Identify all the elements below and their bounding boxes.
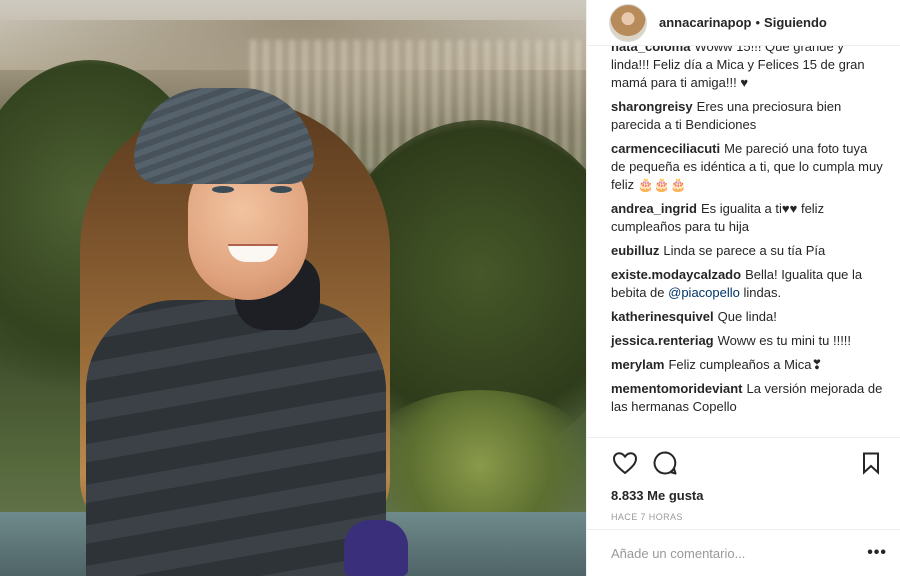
comment-item: sharongreisy Eres una preciosura bien par… [611,98,885,134]
bookmark-icon [863,452,879,475]
subject-eye-left [212,186,234,193]
comment-item: jessica.renteriag Woww es tu mini tu !!!!… [611,332,885,350]
comment-bubble-icon [653,451,677,475]
comment-item: eubilluz Linda se parece a su tía Pía [611,242,885,260]
subject-glove [344,520,408,576]
header-username[interactable]: annacarinapop [659,15,751,30]
save-button[interactable] [857,449,885,477]
post-photo[interactable] [0,0,586,576]
comment-text: Feliz cumpleaños a Mica❣ [668,357,823,372]
comment-username[interactable]: existe.modaycalzado [611,267,741,282]
post: annacarinapop • Siguiendo nata_coloma Wow… [0,0,900,576]
subject-eye-right [270,186,292,193]
comment-username[interactable]: sharongreisy [611,99,693,114]
comment-button[interactable] [651,449,679,477]
subject-headband [134,88,314,184]
comment-text: Que linda! [717,309,777,324]
comment-item: mementomorideviant La versión mejorada de… [611,380,885,416]
comment-item: existe.modaycalzado Bella! Igualita que l… [611,266,885,302]
heart-icon [613,452,637,474]
comment-item: katherinesquivel Que linda! [611,308,885,326]
header-separator: • [755,15,761,30]
comment-username[interactable]: nata_coloma [611,46,690,54]
comment-username[interactable]: mementomorideviant [611,381,742,396]
comment-username[interactable]: andrea_ingrid [611,201,697,216]
comment-mention-link[interactable]: @piacopello [668,285,740,300]
comment-item: carmenceciliacuti Me pareció una foto tuy… [611,140,885,194]
comment-input[interactable] [611,545,868,561]
avatar[interactable] [609,3,647,42]
comment-text: lindas. [743,285,782,300]
comment-username[interactable]: carmenceciliacuti [611,141,720,156]
comment-item: nata_coloma Woww 15!!! Que grande y linda… [611,46,885,92]
comment-username[interactable]: merylam [611,357,664,372]
comment-item: merylam Feliz cumpleaños a Mica❣ [611,356,885,374]
action-icons-row [611,438,885,488]
comment-item: andrea_ingrid Es igualita a ti♥♥ feliz cu… [611,200,885,236]
more-options-button[interactable]: ••• [867,544,887,562]
post-side-panel: annacarinapop • Siguiendo nata_coloma Wow… [586,0,900,576]
post-header: annacarinapop • Siguiendo [587,0,900,46]
post-timestamp[interactable]: HACE 7 HORAS [611,512,885,522]
like-count[interactable]: 8.833 Me gusta [611,488,885,503]
add-comment-bar: ••• [587,529,900,576]
like-button[interactable] [611,449,639,477]
comment-username[interactable]: katherinesquivel [611,309,714,324]
comment-username[interactable]: jessica.renteriag [611,333,714,348]
comment-text: Linda se parece a su tía Pía [663,243,826,258]
subject-jacket [86,300,386,576]
photo-subject [0,0,586,576]
comment-text: Woww es tu mini tu !!!!! [717,333,852,348]
comment-username[interactable]: eubilluz [611,243,659,258]
follow-status-button[interactable]: Siguiendo [764,15,827,30]
comment-list[interactable]: nata_coloma Woww 15!!! Que grande y linda… [587,46,900,436]
